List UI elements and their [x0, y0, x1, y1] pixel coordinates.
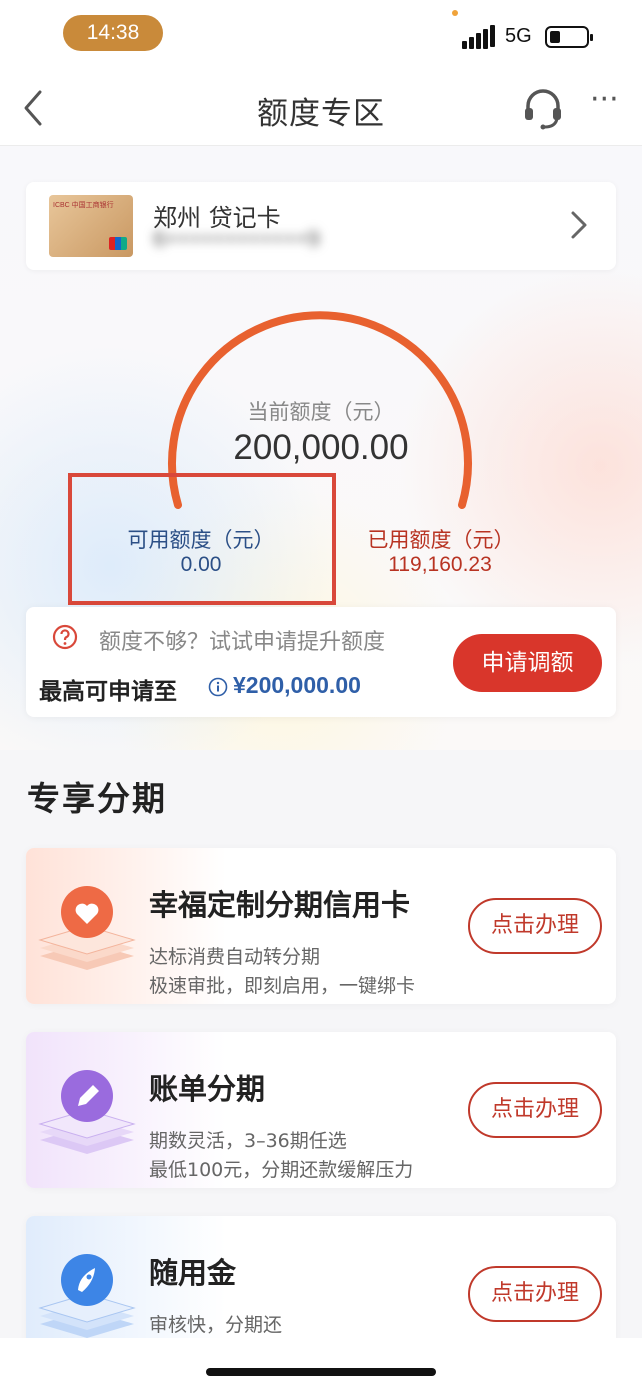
signal-icon — [462, 25, 496, 49]
product-title: 幸福定制分期信用卡 — [149, 888, 411, 922]
status-time: 14:38 — [63, 15, 163, 51]
product-card: 幸福定制分期信用卡 达标消费自动转分期 极速审批，即刻启用，一键绑卡 点击办理 — [26, 848, 616, 1004]
product-title: 账单分期 — [149, 1072, 266, 1106]
current-quota-label: 当前额度（元） — [247, 400, 395, 424]
headset-icon[interactable] — [521, 86, 565, 130]
heart-icon — [32, 874, 142, 984]
status-bar: 14:38 5G — [0, 0, 642, 70]
network-label: 5G — [505, 25, 532, 47]
used-quota-value: 119,160.23 — [388, 553, 492, 576]
apply-button[interactable]: 点击办理 — [468, 1266, 602, 1322]
bottom-bar — [0, 1338, 642, 1389]
section-title: 专享分期 — [27, 779, 167, 818]
current-quota-value: 200,000.00 — [233, 428, 409, 467]
bank-logo: ICBC 中国工商银行 — [53, 202, 114, 209]
product-desc-2: 最低100元，分期还款缓解压力 — [149, 1159, 414, 1181]
home-indicator[interactable] — [206, 1368, 436, 1376]
max-apply-label: 最高可申请至 — [39, 679, 177, 705]
product-card: 账单分期 期数灵活，3–36期任选 最低100元，分期还款缓解压力 点击办理 — [26, 1032, 616, 1188]
status-dot — [452, 10, 458, 16]
product-desc-2: 极速审批，即刻启用，一键绑卡 — [149, 975, 416, 997]
rocket-icon — [32, 1242, 142, 1352]
product-desc-1: 审核快，分期还 — [149, 1314, 283, 1336]
apply-increase-button[interactable]: 申请调额 — [453, 634, 602, 692]
apply-button[interactable]: 点击办理 — [468, 898, 602, 954]
card-number-masked: 6••••••••••••9 — [153, 227, 321, 251]
product-desc-1: 达标消费自动转分期 — [149, 946, 321, 968]
increase-limit-card: 额度不够？试试申请提升额度 最高可申请至 ¥200,000.00 申请调额 — [26, 607, 616, 717]
nav-bar: 额度专区 ··· — [0, 70, 642, 146]
unionpay-icon — [109, 237, 127, 250]
highlight-box — [68, 473, 336, 605]
bank-card-image: ICBC 中国工商银行 — [49, 195, 133, 257]
apply-button[interactable]: 点击办理 — [468, 1082, 602, 1138]
info-icon[interactable] — [208, 677, 228, 697]
max-apply-value: ¥200,000.00 — [233, 672, 361, 698]
question-icon — [52, 624, 78, 650]
product-title: 随用金 — [149, 1256, 237, 1290]
pencil-icon — [32, 1058, 142, 1168]
chevron-right-icon — [568, 208, 590, 242]
increase-hint: 额度不够？试试申请提升额度 — [99, 630, 386, 655]
used-quota-label: 已用额度（元） — [367, 528, 515, 552]
card-selector[interactable]: ICBC 中国工商银行 郑州 贷记卡 6••••••••••••9 — [26, 182, 616, 270]
product-desc-1: 期数灵活，3–36期任选 — [149, 1130, 347, 1152]
more-dots-icon[interactable]: ··· — [590, 85, 624, 121]
battery-icon — [545, 26, 593, 48]
